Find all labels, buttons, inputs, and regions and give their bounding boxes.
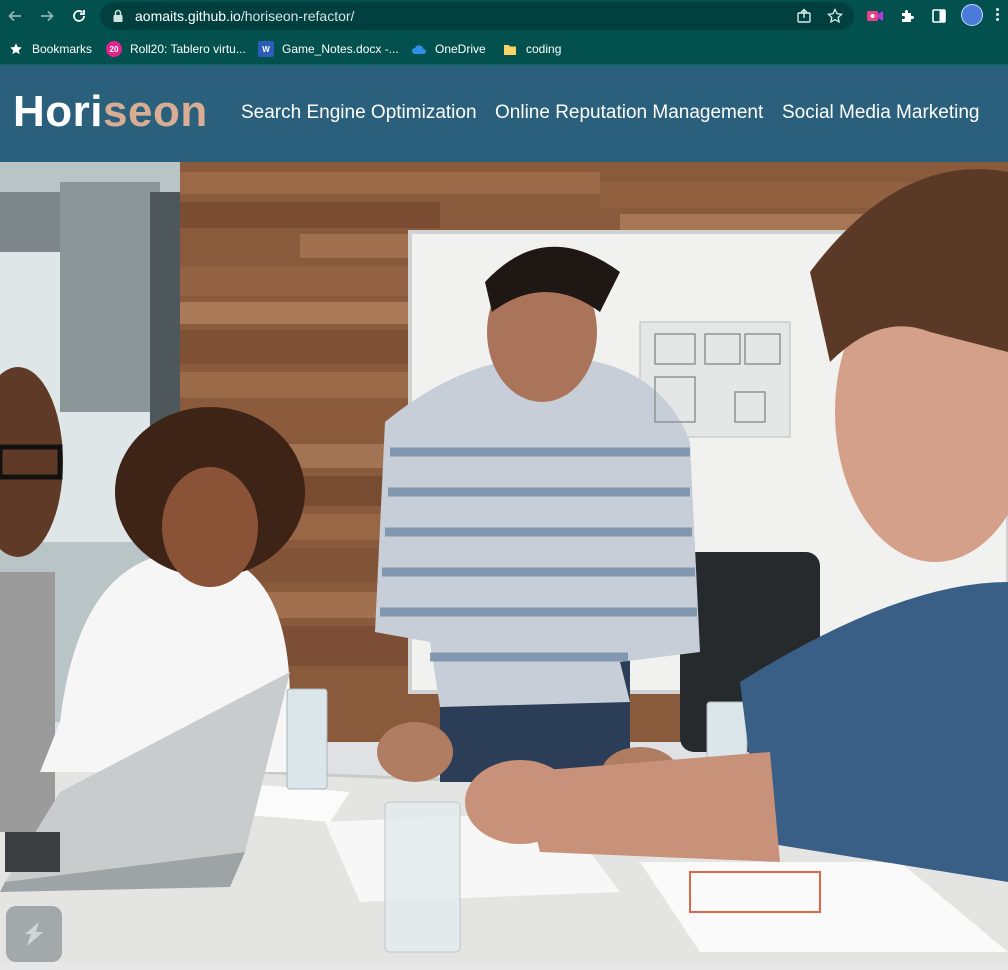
bookmark-coding-folder[interactable]: coding	[502, 39, 561, 59]
url-text[interactable]: aomaits.github.io/horiseon-refactor/	[135, 8, 354, 24]
logo-accent: seon	[103, 87, 208, 136]
video-record-extension-icon	[867, 11, 883, 21]
extensions-button[interactable]	[896, 4, 920, 28]
video-record-extension-button[interactable]	[863, 4, 887, 28]
browser-toolbar: aomaits.github.io/horiseon-refactor/	[0, 0, 1008, 32]
logo-main: Hori	[13, 87, 103, 136]
back-button[interactable]	[3, 4, 27, 28]
bookmark-label: coding	[526, 42, 562, 56]
arrow-right-icon	[41, 10, 54, 22]
address-bar[interactable]: aomaits.github.io/horiseon-refactor/	[100, 2, 854, 30]
bookmark-label: Roll20: Tablero virtu...	[130, 42, 246, 56]
forward-button[interactable]	[35, 4, 59, 28]
nav-link-reputation[interactable]: Online Reputation Management	[495, 102, 763, 124]
word-icon: W	[258, 41, 274, 57]
roll20-icon: 20	[106, 41, 122, 57]
bookmark-star-button[interactable]	[824, 6, 846, 26]
reload-button[interactable]	[67, 4, 91, 28]
lock-icon[interactable]	[112, 9, 124, 23]
hero-illustration	[0, 162, 1008, 962]
bookmark-bookmarks[interactable]: Bookmarks	[8, 39, 92, 59]
reload-icon	[73, 10, 85, 22]
profile-avatar[interactable]	[961, 4, 983, 26]
bookmark-label: Game_Notes.docx -...	[282, 42, 399, 56]
side-panel-button[interactable]	[927, 4, 951, 28]
bookmark-game-notes[interactable]: W Game_Notes.docx -...	[258, 39, 399, 59]
kebab-menu-icon[interactable]	[992, 6, 1002, 26]
cloud-icon	[411, 41, 427, 57]
nav-link-seo[interactable]: Search Engine Optimization	[241, 102, 477, 124]
nav-link-social-media[interactable]: Social Media Marketing	[782, 102, 979, 124]
share-icon	[797, 8, 811, 23]
folder-icon	[502, 41, 518, 57]
app-logo-icon	[25, 922, 43, 946]
floating-app-widget[interactable]	[6, 906, 62, 962]
side-panel-icon	[932, 9, 946, 23]
site-logo[interactable]: Horiseon	[13, 87, 208, 137]
star-icon	[827, 8, 843, 24]
bookmarks-bar: Bookmarks 20 Roll20: Tablero virtu... W …	[0, 32, 1008, 65]
bookmark-label: Bookmarks	[32, 42, 93, 56]
bookmark-roll20[interactable]: 20 Roll20: Tablero virtu...	[106, 39, 246, 59]
bookmark-label: OneDrive	[435, 42, 486, 56]
page-bottom-strip	[0, 962, 1008, 970]
hero-image	[0, 162, 1008, 962]
bookmark-onedrive[interactable]: OneDrive	[411, 39, 486, 59]
url-path: /horiseon-refactor/	[240, 8, 355, 24]
arrow-left-icon	[8, 10, 21, 22]
share-button[interactable]	[793, 6, 815, 26]
url-host: aomaits.github.io	[135, 8, 241, 24]
star-icon	[8, 41, 24, 57]
site-header: Horiseon Search Engine Optimization Onli…	[0, 65, 1008, 162]
puzzle-icon	[902, 10, 914, 22]
